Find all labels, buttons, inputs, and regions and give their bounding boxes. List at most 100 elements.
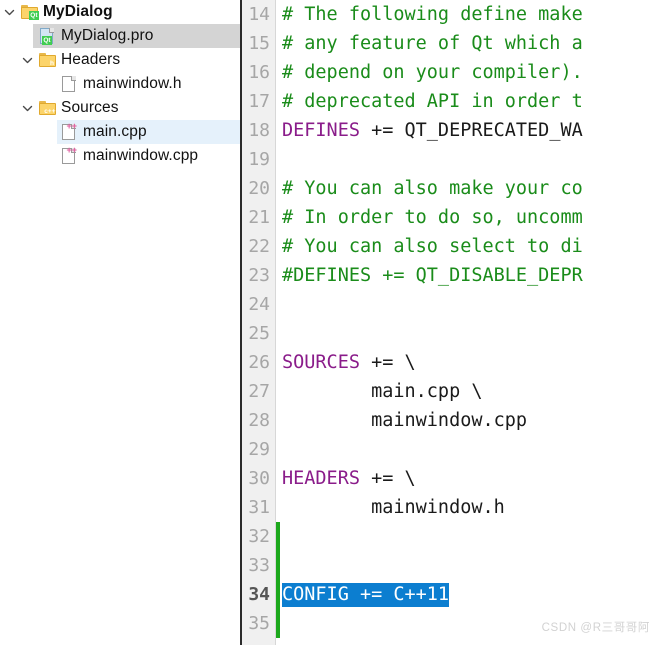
code-token: #DEFINES += QT_DISABLE_DEPR	[282, 265, 583, 286]
line-number: 35	[248, 613, 270, 634]
code-line-text: # any feature of Qt which a	[282, 29, 583, 58]
line-number: 17	[248, 91, 270, 112]
code-line-text: HEADERS += \	[282, 464, 416, 493]
code-line[interactable]: 20 # You can also make your co	[242, 174, 658, 203]
line-number: 30	[248, 468, 270, 489]
code-token: HEADERS	[282, 468, 360, 489]
line-number: 20	[248, 178, 270, 199]
qt-creator-window: Qt MyDialog Qt MyDialog.pro h Headers mainwind…	[0, 0, 658, 645]
selected-code-text: CONFIG += C++11	[282, 583, 450, 607]
tree-item-label: MyDialog	[43, 3, 113, 20]
line-number: 23	[248, 265, 270, 286]
chevron-down-icon[interactable]	[18, 96, 36, 120]
project-tree-panel[interactable]: Qt MyDialog Qt MyDialog.pro h Headers mainwind…	[0, 0, 240, 645]
code-line[interactable]: 21 # In order to do so, uncomm	[242, 203, 658, 232]
code-line[interactable]: 24	[242, 290, 658, 319]
line-number: 19	[248, 149, 270, 170]
code-token: SOURCES	[282, 352, 360, 373]
code-line-text: # You can also select to di	[282, 232, 583, 261]
code-line[interactable]: 16 # depend on your compiler).	[242, 58, 658, 87]
line-number: 34	[248, 584, 270, 605]
code-token: mainwindow.cpp	[282, 410, 528, 431]
twisty-placeholder	[40, 120, 58, 144]
twisty-placeholder	[40, 144, 58, 168]
cpp-file-icon: ++	[58, 144, 80, 168]
code-token: DEFINES	[282, 120, 360, 141]
code-token: # You can also make your co	[282, 178, 583, 199]
code-token: += \	[359, 352, 416, 373]
tree-item-mydialog[interactable]: Qt MyDialog	[0, 0, 113, 24]
headers-folder-icon: h	[36, 48, 58, 72]
tree-item-mydialog-pro[interactable]: Qt MyDialog.pro	[18, 24, 154, 48]
line-number: 27	[248, 381, 270, 402]
code-line[interactable]: 32	[242, 522, 658, 551]
code-token: += QT_DEPRECATED_WA	[359, 120, 583, 141]
code-line[interactable]: 18 DEFINES += QT_DEPRECATED_WA	[242, 116, 658, 145]
header-file-icon	[58, 72, 80, 96]
code-line[interactable]: 17 # deprecated API in order t	[242, 87, 658, 116]
code-line-text: mainwindow.h	[282, 493, 505, 522]
line-number: 16	[248, 62, 270, 83]
twisty-placeholder	[18, 24, 36, 48]
code-line[interactable]: 15 # any feature of Qt which a	[242, 29, 658, 58]
line-number: 31	[248, 497, 270, 518]
tree-item-headers[interactable]: h Headers	[18, 48, 120, 72]
line-number: 26	[248, 352, 270, 373]
code-line[interactable]: 34 CONFIG += C++11	[242, 580, 658, 609]
line-number: 25	[248, 323, 270, 344]
code-line[interactable]: 33	[242, 551, 658, 580]
line-number: 33	[248, 555, 270, 576]
code-line[interactable]: 30 HEADERS += \	[242, 464, 658, 493]
sources-folder-icon: c++	[36, 96, 58, 120]
code-line[interactable]: 31 mainwindow.h	[242, 493, 658, 522]
code-line-text: # The following define make	[282, 0, 583, 29]
code-line[interactable]: 29	[242, 435, 658, 464]
code-line-text: #DEFINES += QT_DISABLE_DEPR	[282, 261, 583, 290]
tree-item-mainwindow-h[interactable]: mainwindow.h	[40, 72, 182, 96]
line-number: 14	[248, 4, 270, 25]
tree-item-label: Sources	[61, 99, 119, 116]
code-line[interactable]: 26 SOURCES += \	[242, 348, 658, 377]
chevron-down-icon[interactable]	[0, 0, 18, 24]
code-line-text: # In order to do so, uncomm	[282, 203, 583, 232]
qt-pro-file-icon: Qt	[36, 24, 58, 48]
chevron-down-icon[interactable]	[18, 48, 36, 72]
code-editor-panel[interactable]: 14 # The following define make 15 # any fea…	[242, 0, 658, 645]
csdn-watermark: CSDN @R三哥哥阿	[541, 622, 650, 634]
code-token: main.cpp \	[282, 381, 483, 402]
twisty-placeholder	[40, 72, 58, 96]
line-number: 28	[248, 410, 270, 431]
line-number: 22	[248, 236, 270, 257]
code-token: # You can also select to di	[282, 236, 583, 257]
code-token: # In order to do so, uncomm	[282, 207, 583, 228]
line-number: 15	[248, 33, 270, 54]
code-token: # depend on your compiler).	[282, 62, 583, 83]
code-line-text: main.cpp \	[282, 377, 482, 406]
code-token: # any feature of Qt which a	[282, 33, 583, 54]
line-number: 18	[248, 120, 270, 141]
code-token: # deprecated API in order t	[282, 91, 583, 112]
code-line[interactable]: 28 mainwindow.cpp	[242, 406, 658, 435]
cpp-file-icon: ++	[58, 120, 80, 144]
code-line-text: # depend on your compiler).	[282, 58, 583, 87]
code-line-text: mainwindow.cpp	[282, 406, 527, 435]
code-line-text: DEFINES += QT_DEPRECATED_WA	[282, 116, 583, 145]
code-line[interactable]: 14 # The following define make	[242, 0, 658, 29]
code-token: += \	[359, 468, 416, 489]
code-line-text: CONFIG += C++11	[282, 580, 450, 609]
code-line[interactable]: 22 # You can also select to di	[242, 232, 658, 261]
code-token: mainwindow.h	[282, 497, 505, 518]
tree-item-label: mainwindow.h	[83, 75, 182, 92]
tree-item-sources[interactable]: c++ Sources	[18, 96, 119, 120]
code-line-text: # You can also make your co	[282, 174, 583, 203]
code-line[interactable]: 27 main.cpp \	[242, 377, 658, 406]
code-line[interactable]: 23 #DEFINES += QT_DISABLE_DEPR	[242, 261, 658, 290]
line-number: 21	[248, 207, 270, 228]
tree-item-mainwindow-cpp[interactable]: ++ mainwindow.cpp	[40, 144, 198, 168]
tree-item-main-cpp[interactable]: ++ main.cpp	[40, 120, 147, 144]
code-line[interactable]: 19	[242, 145, 658, 174]
code-line-text: SOURCES += \	[282, 348, 416, 377]
code-line[interactable]: 25	[242, 319, 658, 348]
tree-item-label: mainwindow.cpp	[83, 147, 199, 164]
code-line-text: # deprecated API in order t	[282, 87, 583, 116]
